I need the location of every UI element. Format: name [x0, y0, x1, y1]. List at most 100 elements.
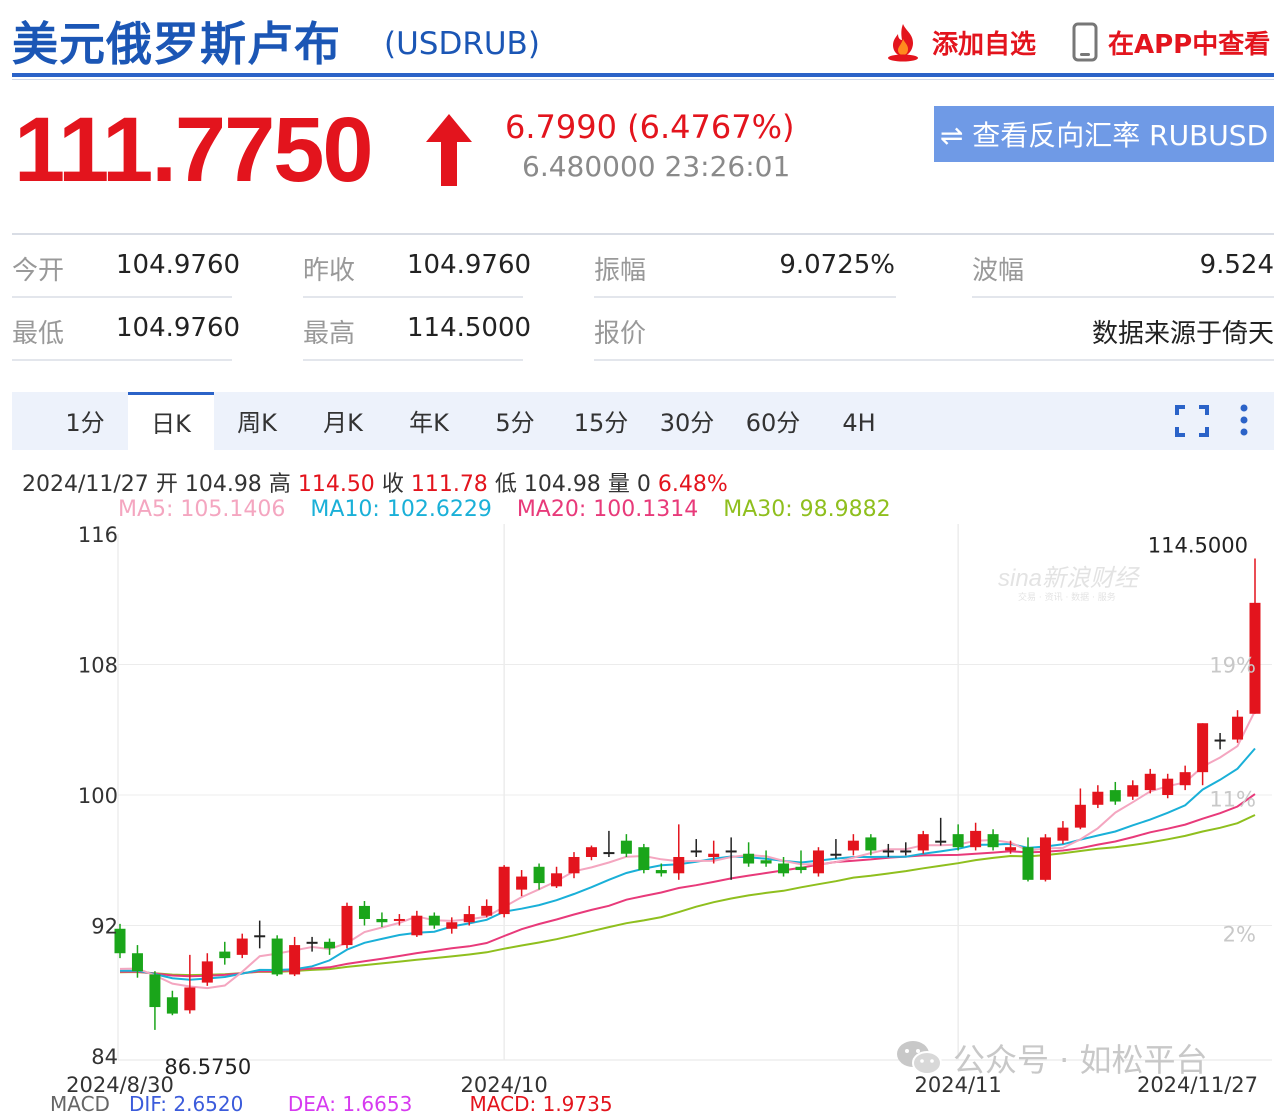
y-tick-label: 84 [91, 1045, 118, 1069]
tab-weekly[interactable]: 周K [214, 392, 300, 450]
sina-watermark-sub: 交易 · 资讯 · 数据 · 服务 [1018, 591, 1116, 603]
ohlc-summary: 2024/11/27 开 104.98 高 114.50 收 111.78 低 … [22, 466, 728, 498]
candle-body [830, 853, 842, 856]
candle-body [987, 834, 999, 848]
candle-body [760, 860, 772, 864]
candle-body [743, 853, 755, 864]
candle-body [376, 918, 388, 923]
stat-underline [972, 296, 1274, 298]
stat-underline [594, 296, 896, 298]
view-in-app-button[interactable]: 在APP中查看 [1070, 20, 1270, 64]
tab-daily[interactable]: 日K [128, 392, 214, 450]
candle-body [690, 850, 702, 853]
ohlc-open-label: 开 [155, 472, 178, 497]
fullscreen-icon[interactable] [1174, 404, 1210, 438]
ma20-label: MA20: 100.1314 [516, 497, 699, 522]
view-in-app-label: 在APP中查看 [1108, 29, 1271, 60]
candle-body [847, 840, 859, 851]
ma-legend: MA5: 105.1406 MA10: 102.6229 MA20: 100.1… [118, 497, 909, 522]
right-tick-label: 19% [1209, 654, 1256, 678]
current-price: 111.7750 [14, 99, 374, 201]
stat-label-quote: 报价 [594, 319, 647, 349]
y-tick-label: 108 [78, 654, 118, 678]
macd-value: MACD: 1.9735 [469, 1092, 613, 1116]
min-price-label: 86.5750 [164, 1055, 251, 1079]
candle-body [149, 974, 161, 1008]
candle-body [725, 850, 737, 853]
ohlc-low-label: 低 [494, 472, 517, 497]
more-icon[interactable] [1238, 402, 1250, 438]
ohlc-low: 104.98 [523, 472, 601, 497]
tab-5min[interactable]: 5分 [472, 392, 558, 450]
candle-body [900, 850, 912, 853]
stat-underline [303, 296, 523, 298]
tab-4h[interactable]: 4H [816, 392, 902, 450]
candle-body [795, 866, 807, 871]
candle-body [935, 840, 947, 843]
candlestick-chart[interactable]: 11610810092842024/8/30 2024/10 2024/11 2024… [0, 520, 1280, 1106]
ma10-label: MA10: 102.6229 [310, 497, 492, 522]
symbol-code: (USDRUB) [384, 26, 540, 62]
candle-body [428, 915, 440, 926]
y-tick-label: 92 [91, 915, 118, 939]
candle-body [1074, 804, 1086, 828]
candle-body [1144, 773, 1156, 791]
candle-body [551, 873, 563, 887]
stat-label-low: 最低 [12, 319, 65, 349]
ohlc-vol-label: 量 [607, 472, 630, 497]
reverse-rate-button[interactable]: ⇌ 查看反向汇率 RUBUSD [934, 106, 1274, 162]
period-tabs: 1分 日K 周K 月K 年K 5分 15分 30分 60分 4H [12, 392, 1274, 450]
ohlc-close: 111.78 [410, 472, 488, 497]
tab-monthly[interactable]: 月K [300, 392, 386, 450]
stat-label-high: 最高 [303, 319, 356, 349]
tab-15min[interactable]: 15分 [558, 392, 644, 450]
candle-body [289, 945, 301, 975]
candle-body [393, 918, 405, 921]
candle-body [463, 914, 475, 923]
candle-body [166, 997, 178, 1014]
candle-body [201, 961, 213, 983]
y-tick-label: 116 [78, 523, 118, 547]
candle-body [254, 935, 266, 938]
candle-body [952, 834, 964, 848]
candle-body [603, 852, 615, 855]
ma30-label: MA30: 98.9882 [723, 497, 891, 522]
stat-label-amplitude: 振幅 [594, 256, 647, 286]
right-tick-label: 2% [1223, 923, 1256, 947]
candle-body [585, 847, 597, 857]
candle-body [638, 847, 650, 871]
candle-body [1039, 837, 1051, 880]
wechat-watermark-label: 公众号 · 如松平台 [953, 1041, 1208, 1079]
candle-body [1005, 847, 1017, 851]
candle-body [1214, 739, 1226, 742]
tab-1min[interactable]: 1分 [42, 392, 128, 450]
macd-dea: DEA: 1.6653 [287, 1092, 413, 1116]
flame-icon [888, 24, 918, 62]
stat-value-range: 9.524 [1199, 250, 1274, 280]
header-divider-thin [12, 79, 1274, 80]
tab-60min[interactable]: 60分 [730, 392, 816, 450]
candle-body [865, 837, 877, 851]
candle-body [673, 856, 685, 874]
tab-30min[interactable]: 30分 [644, 392, 730, 450]
macd-legend: MACD DIF: 2.6520 DEA: 1.6653 MACD: 1.973… [50, 1092, 613, 1116]
sina-watermark-text: sina新浪财经 [998, 565, 1141, 592]
price-timestamp: 6.480000 23:26:01 [522, 150, 791, 183]
add-watchlist-button[interactable]: 添加自选 [882, 20, 1036, 64]
wechat-watermark: 公众号 · 如松平台 [895, 1035, 1208, 1081]
tab-yearly[interactable]: 年K [386, 392, 472, 450]
candle-body [812, 850, 824, 874]
wechat-icon [897, 1041, 942, 1075]
ma5-label: MA5: 105.1406 [118, 497, 286, 522]
stats-divider [12, 233, 1274, 235]
add-watchlist-label: 添加自选 [932, 29, 1037, 60]
macd-title: MACD [50, 1092, 110, 1116]
candle-body [324, 941, 336, 949]
candle-body [341, 905, 353, 946]
candle-body [306, 941, 318, 944]
candle-body [1092, 791, 1104, 805]
candle-body [271, 938, 283, 975]
ohlc-vol: 0 [636, 472, 651, 497]
page-title: 美元俄罗斯卢布 [12, 17, 341, 71]
stat-underline [303, 359, 523, 361]
